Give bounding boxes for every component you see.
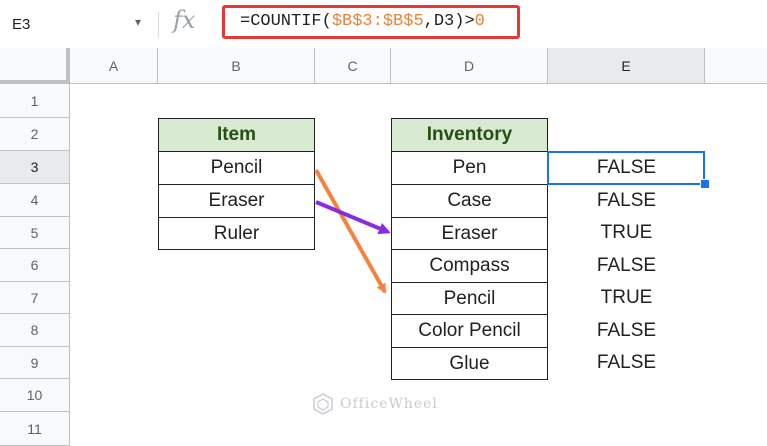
watermark: OfficeWheel [312,393,438,415]
eraser-match-arrow [315,200,391,235]
watermark-text: OfficeWheel [340,396,438,412]
pencil-match-arrow [314,169,387,294]
arrows-overlay [314,169,391,294]
officewheel-logo-icon [313,393,333,415]
